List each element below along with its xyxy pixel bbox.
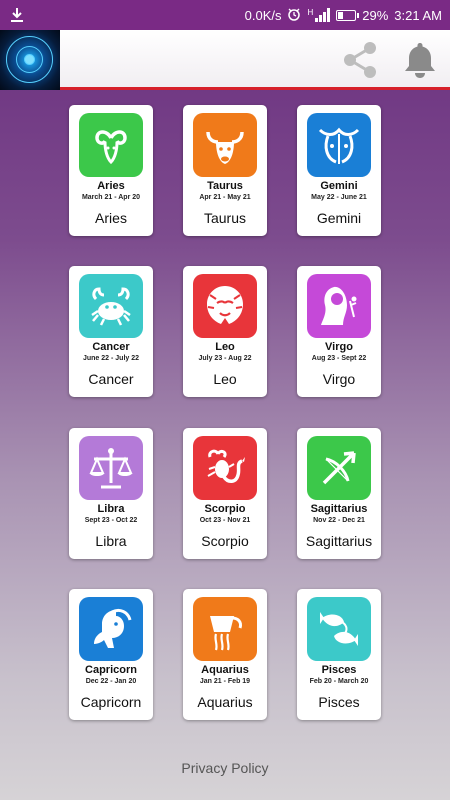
sign-label: Scorpio: [201, 533, 249, 549]
scales-icon: [79, 436, 143, 500]
scorpion-icon: [193, 436, 257, 500]
sign-dates: Jan 21 - Feb 19: [199, 678, 251, 685]
sign-label: Cancer: [88, 371, 134, 387]
crab-icon: [79, 274, 143, 338]
signal-icon: [315, 8, 331, 22]
sign-card-capricorn[interactable]: Capricorn Dec 22 - Jan 20 Capricorn: [69, 589, 153, 720]
sign-dates: Nov 22 - Dec 21: [313, 517, 365, 524]
sign-title: Aquarius: [201, 664, 249, 676]
twins-icon: [307, 113, 371, 177]
alarm-icon: [287, 7, 301, 24]
zodiac-wheel-icon[interactable]: [0, 30, 60, 90]
share-icon: [344, 42, 376, 78]
sign-title: Taurus: [207, 180, 243, 192]
sign-card-gemini[interactable]: Gemini May 22 - June 21 Gemini: [297, 105, 381, 236]
sign-label: Virgo: [322, 371, 356, 387]
sign-card-cancer[interactable]: Cancer June 22 - July 22 Cancer: [69, 266, 153, 397]
bell-icon: [405, 43, 435, 78]
water-bearer-icon: [193, 597, 257, 661]
sign-title: Libra: [97, 503, 125, 515]
sign-title: Scorpio: [204, 503, 246, 515]
share-button[interactable]: [335, 38, 385, 82]
sign-title: Gemini: [320, 180, 358, 192]
sign-card-leo[interactable]: Leo July 23 - Aug 22 Leo: [183, 266, 267, 397]
sign-dates: March 21 - Apr 20: [81, 194, 141, 201]
sign-card-sagittarius[interactable]: Sagittarius Nov 22 - Dec 21 Sagittarius: [297, 428, 381, 559]
status-bar: 0.0K/s H 29% 3:21 AM: [0, 0, 450, 30]
sign-label: Gemini: [316, 210, 362, 226]
battery-icon: [336, 9, 360, 21]
goat-icon: [79, 597, 143, 661]
archer-icon: [307, 436, 371, 500]
sign-dates: June 22 - July 22: [82, 355, 140, 362]
sign-dates: Dec 22 - Jan 20: [85, 678, 137, 685]
app-header: [0, 30, 450, 90]
sign-card-pisces[interactable]: Pisces Feb 20 - March 20 Pisces: [297, 589, 381, 720]
sign-dates: Oct 23 - Nov 21: [199, 517, 251, 524]
sign-card-taurus[interactable]: Taurus Apr 21 - May 21 Taurus: [183, 105, 267, 236]
sign-card-libra[interactable]: Libra Sept 23 - Oct 22 Libra: [69, 428, 153, 559]
sign-title: Cancer: [92, 341, 130, 353]
sign-dates: July 23 - Aug 22: [198, 355, 252, 362]
sign-dates: May 22 - June 21: [311, 194, 367, 201]
battery-percent: 29%: [362, 7, 389, 23]
sign-label: Leo: [213, 371, 237, 387]
bull-icon: [193, 113, 257, 177]
sign-label: Aries: [95, 210, 127, 226]
sign-title: Sagittarius: [310, 503, 368, 515]
privacy-policy-link[interactable]: Privacy Policy: [0, 760, 450, 776]
sign-title: Pisces: [321, 664, 357, 676]
sign-card-aries[interactable]: Aries March 21 - Apr 20 Aries: [69, 105, 153, 236]
sign-card-aquarius[interactable]: Aquarius Jan 21 - Feb 19 Aquarius: [183, 589, 267, 720]
sign-dates: Aug 23 - Sept 22: [311, 355, 367, 362]
sign-label: Capricorn: [80, 694, 142, 710]
sign-label: Sagittarius: [305, 533, 373, 549]
sign-label: Aquarius: [197, 694, 253, 710]
lion-icon: [193, 274, 257, 338]
sign-title: Aries: [97, 180, 125, 192]
sign-title: Leo: [215, 341, 235, 353]
sign-card-scorpio[interactable]: Scorpio Oct 23 - Nov 21 Scorpio: [183, 428, 267, 559]
sign-title: Capricorn: [85, 664, 137, 676]
sign-dates: Sept 23 - Oct 22: [84, 517, 138, 524]
sign-dates: Apr 21 - May 21: [199, 194, 251, 201]
sign-label: Pisces: [318, 694, 360, 710]
sign-label: Libra: [95, 533, 127, 549]
sign-label: Taurus: [203, 210, 247, 226]
ram-icon: [79, 113, 143, 177]
network-type: H: [307, 8, 314, 17]
sign-card-virgo[interactable]: Virgo Aug 23 - Sept 22 Virgo: [297, 266, 381, 397]
clock: 3:21 AM: [394, 7, 442, 23]
download-icon: [8, 6, 26, 24]
network-speed: 0.0K/s: [244, 7, 282, 23]
fish-icon: [307, 597, 371, 661]
maiden-icon: [307, 274, 371, 338]
notification-button[interactable]: [398, 38, 442, 82]
sign-title: Virgo: [325, 341, 353, 353]
sign-dates: Feb 20 - March 20: [309, 678, 369, 685]
